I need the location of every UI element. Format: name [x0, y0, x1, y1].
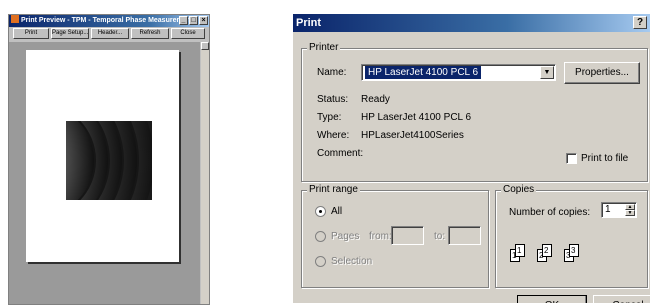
dialog-title-bar[interactable]: Print — [293, 14, 650, 32]
page-setup-button[interactable]: Page Setup... — [51, 28, 89, 39]
close-window-button[interactable]: × — [199, 16, 208, 25]
number-of-copies-label: Number of copies: — [509, 207, 591, 218]
status-value: Ready — [361, 94, 390, 105]
print-range-selection-radio[interactable] — [315, 256, 326, 267]
printer-name-value: HP LaserJet 4100 PCL 6 — [365, 66, 482, 79]
ok-button[interactable]: OK — [517, 295, 587, 303]
print-range-all-radio[interactable] — [315, 206, 326, 217]
comment-label: Comment: — [317, 148, 364, 159]
chevron-down-icon[interactable]: ▼ — [540, 66, 554, 79]
print-range-pages-radio[interactable] — [315, 231, 326, 242]
collate-page: 2 — [542, 244, 552, 257]
print-range-pages-label: Pages — [331, 231, 360, 242]
header-button[interactable]: Header... — [91, 28, 129, 39]
preview-title: Print Preview - TPM - Temporal Phase Mea… — [21, 17, 198, 24]
print-range-selection-label: Selection — [331, 256, 373, 267]
refresh-button[interactable]: Refresh — [131, 28, 169, 39]
close-preview-button[interactable]: Close — [171, 28, 205, 39]
type-label: Type: — [317, 112, 342, 123]
print-button[interactable]: Print — [13, 28, 49, 39]
print-to-file-checkbox[interactable] — [566, 153, 577, 164]
number-of-copies-input[interactable]: 1 ▲ ▼ — [601, 202, 637, 218]
where-value: HPLaserJet4100Series — [361, 130, 464, 141]
print-to-file-label: Print to file — [581, 153, 629, 164]
spin-down-icon[interactable]: ▼ — [625, 210, 635, 216]
minimize-button[interactable]: _ — [179, 16, 188, 25]
to-label: to: — [434, 231, 446, 242]
print-range-all-label: All — [331, 206, 343, 217]
to-page-input[interactable] — [448, 226, 481, 245]
status-label: Status: — [317, 94, 349, 105]
properties-button[interactable]: Properties... — [564, 62, 640, 84]
help-button[interactable]: ? — [633, 16, 647, 29]
from-label: from: — [369, 231, 392, 242]
printer-group-legend: Printer — [307, 42, 341, 54]
collate-page: 3 — [569, 244, 579, 257]
scroll-up-arrow-icon[interactable] — [201, 42, 209, 50]
collate-page: 1 — [515, 244, 525, 257]
number-of-copies-value: 1 — [605, 204, 611, 215]
copies-legend: Copies — [501, 184, 537, 196]
preview-toolbar: Print Page Setup... Header... Refresh Cl… — [9, 27, 209, 41]
copies-spinner[interactable]: ▲ ▼ — [625, 204, 635, 216]
print-dialog: Print ? Printer Name: HP LaserJet 4100 P… — [293, 14, 650, 303]
print-range-legend: Print range — [307, 184, 360, 196]
from-page-input[interactable] — [391, 226, 424, 245]
matlab-app-icon — [11, 15, 19, 23]
cancel-button[interactable]: Cancel — [593, 295, 650, 303]
maximize-button[interactable]: □ — [189, 16, 198, 25]
phase-pattern-image — [66, 121, 152, 200]
printer-name-select[interactable]: HP LaserJet 4100 PCL 6 ▼ — [361, 64, 556, 81]
vertical-scrollbar[interactable] — [201, 42, 209, 304]
type-value: HP LaserJet 4100 PCL 6 — [361, 112, 472, 123]
where-label: Where: — [317, 130, 350, 141]
name-label: Name: — [317, 67, 347, 78]
